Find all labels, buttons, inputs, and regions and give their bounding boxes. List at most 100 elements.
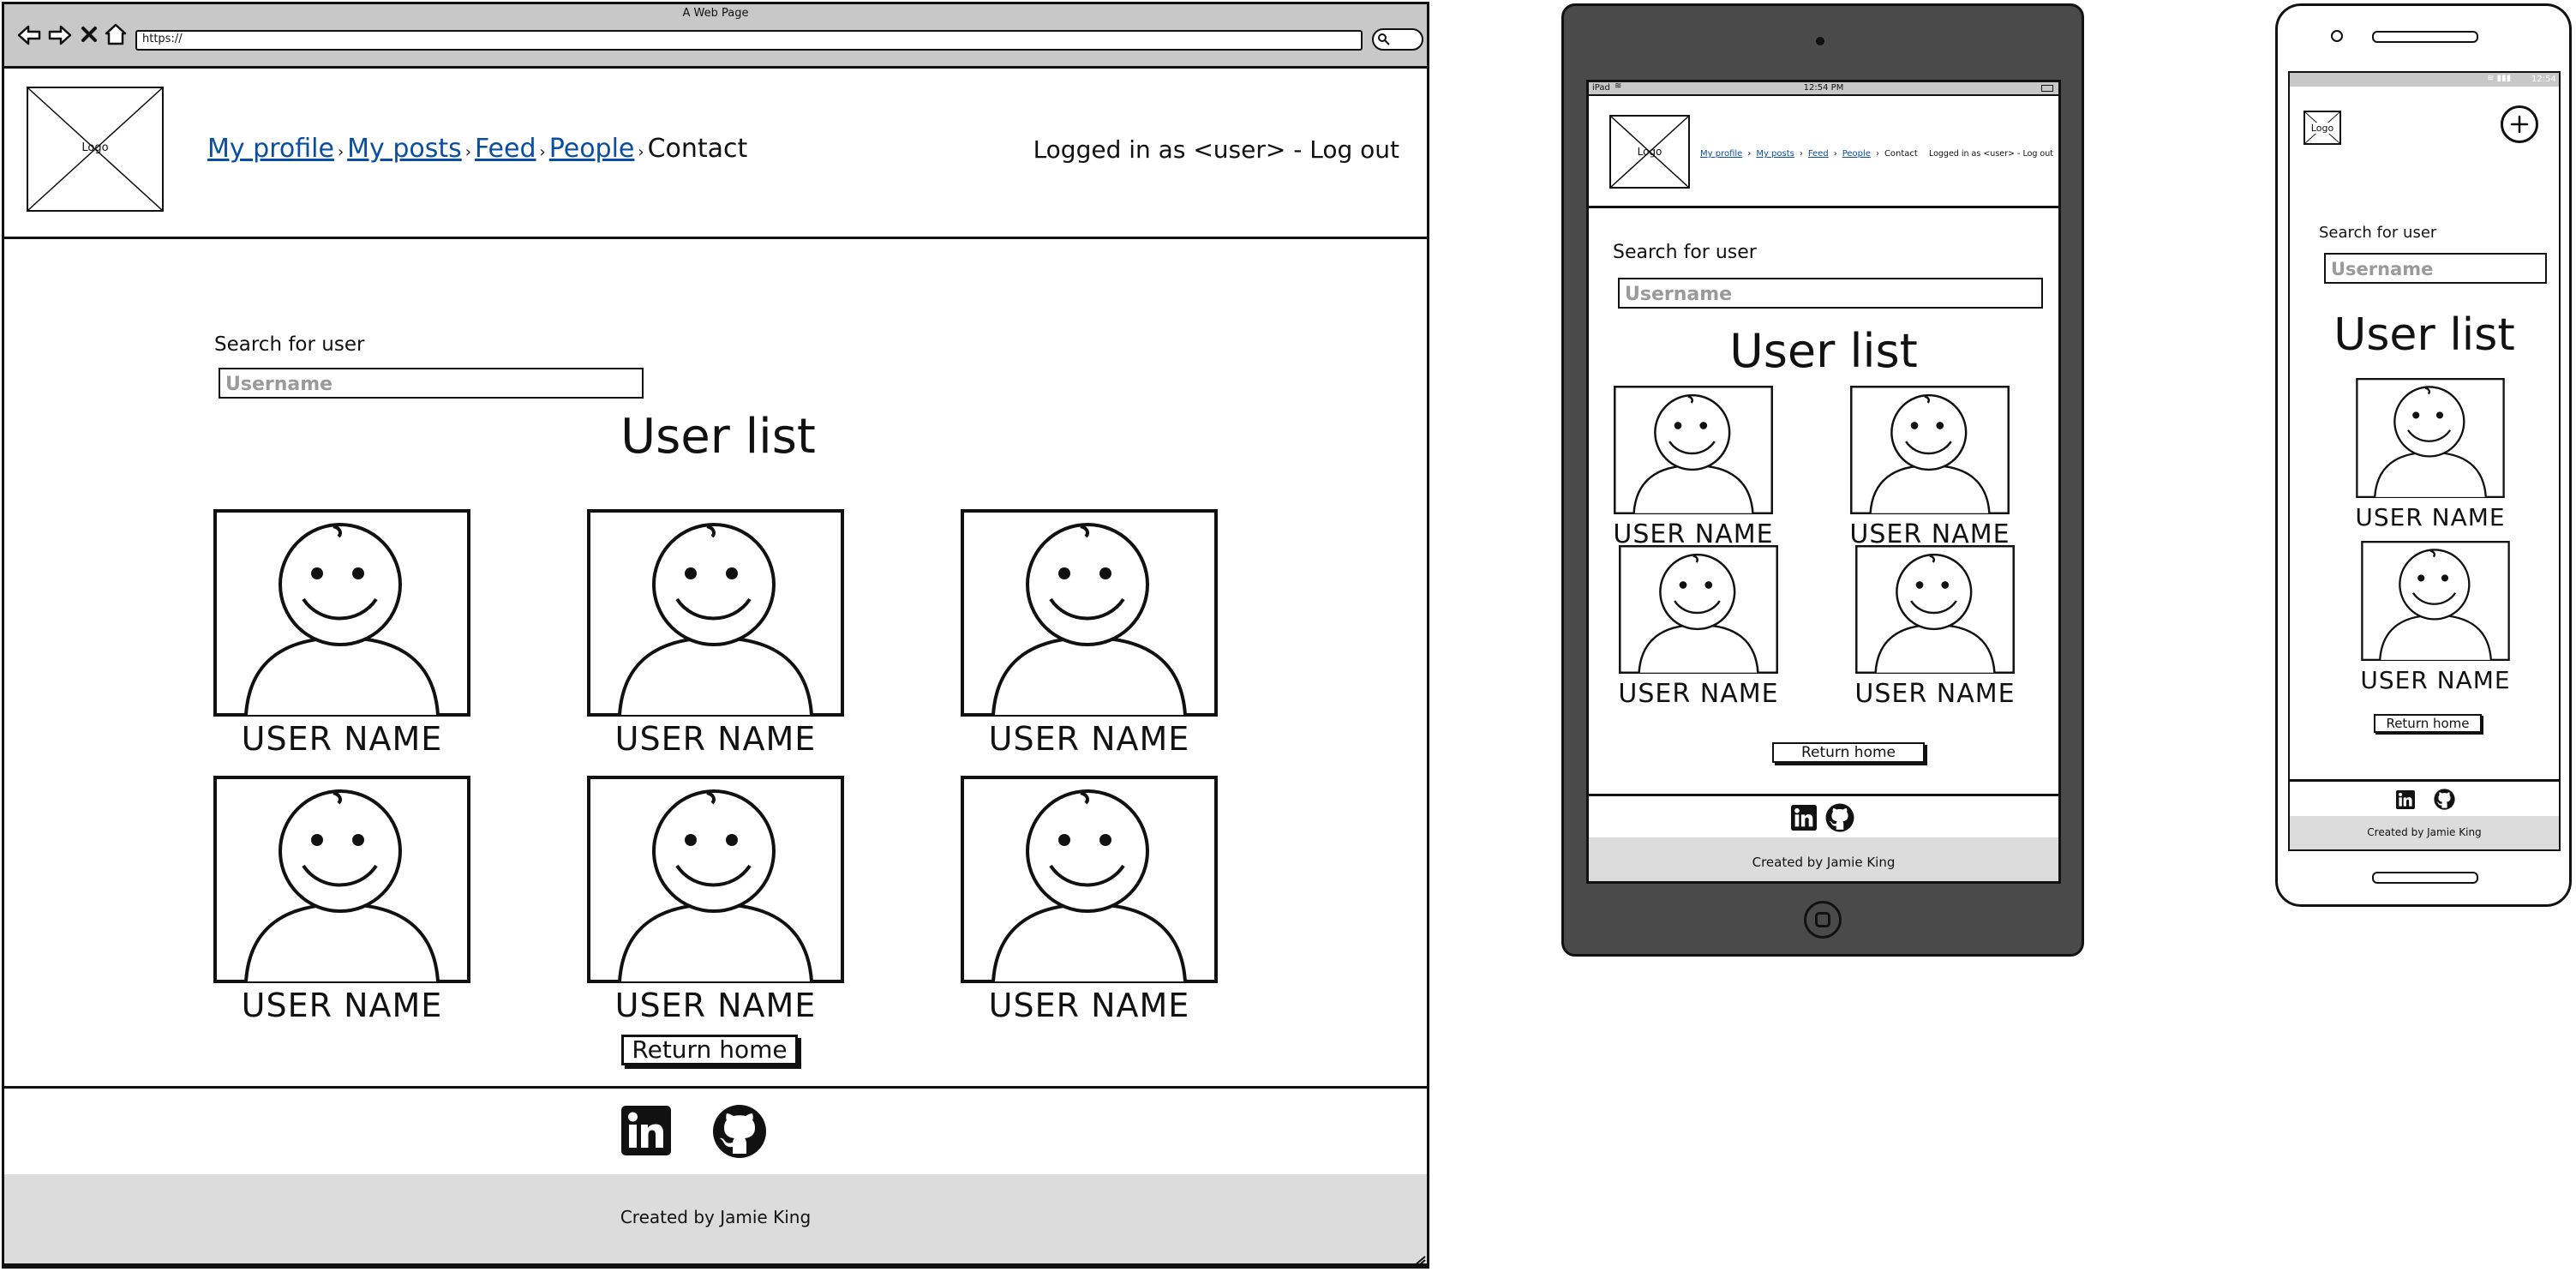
tablet-footer-credit-bar: Created by Jamie King — [1589, 837, 2058, 881]
desktop-user-card[interactable]: USER NAME — [213, 509, 470, 758]
site-header: Logo My profile › My posts › Feed › People › Con… — [4, 69, 1427, 239]
desktop-user-name: USER NAME — [241, 720, 443, 758]
user-avatar-icon — [213, 509, 470, 717]
tablet-nav-my-profile[interactable]: My profile — [1700, 149, 1742, 159]
plus-icon — [2510, 115, 2529, 134]
forward-icon[interactable] — [47, 23, 73, 47]
tablet-footer-credit: Created by Jamie King — [1752, 855, 1896, 870]
tablet-logo[interactable]: Logo — [1609, 115, 1690, 189]
phone-logo[interactable]: Logo — [2303, 111, 2341, 145]
tablet-user-card[interactable]: USER NAME — [1613, 545, 1784, 709]
user-avatar-icon — [961, 509, 1218, 717]
tablet-search-box[interactable] — [1618, 278, 2043, 309]
breadcrumb-separator: › — [638, 143, 644, 161]
phone-footer-credit-bar: Created by Jamie King — [2290, 816, 2559, 849]
tablet-user-card[interactable]: USER NAME — [1608, 386, 1779, 549]
linkedin-icon[interactable] — [621, 1106, 671, 1155]
tablet-login-status[interactable]: Logged in as <user> - Log out — [1928, 149, 2053, 159]
search-icon — [1378, 33, 1390, 45]
user-avatar-icon — [213, 776, 470, 983]
phone-user-name: USER NAME — [2360, 666, 2511, 694]
phone-add-button[interactable] — [2501, 105, 2538, 143]
desktop-user-card[interactable]: USER NAME — [213, 776, 470, 1024]
tablet-time: 12:54 PM — [1803, 83, 1844, 93]
browser-search-field[interactable] — [1372, 28, 1423, 51]
linkedin-icon[interactable] — [2396, 790, 2415, 809]
tablet-page-title: User list — [1729, 324, 1918, 378]
footer-social-bar — [4, 1086, 1427, 1177]
tablet-screen: iPad ≋ 12:54 PM Logo My profile › My posts… — [1586, 80, 2061, 884]
breadcrumb: My profile › My posts › Feed › People › Contact — [207, 134, 747, 164]
phone-search-box[interactable] — [2324, 253, 2547, 284]
back-icon[interactable] — [16, 23, 42, 47]
tablet-footer-social-bar — [1589, 794, 2058, 840]
user-avatar-icon — [1850, 386, 2010, 514]
search-input[interactable] — [225, 372, 628, 396]
phone-user-card[interactable]: USER NAME — [2345, 378, 2516, 531]
footer-credit-bar: Created by Jamie King — [4, 1174, 1427, 1266]
phone-footer-credit: Created by Jamie King — [2367, 826, 2482, 838]
desktop-user-card[interactable]: USER NAME — [587, 509, 844, 758]
breadcrumb-separator: › — [1747, 149, 1752, 159]
tablet-user-name: USER NAME — [1854, 679, 2016, 709]
tablet-return-home-button[interactable]: Return home — [1772, 742, 1925, 763]
phone-time: 12:54 — [2531, 75, 2556, 84]
phone-speaker — [2372, 31, 2478, 43]
phone-search-label: Search for user — [2319, 224, 2437, 242]
home-square-icon — [1815, 912, 1830, 927]
phone-logo-label: Logo — [2305, 123, 2339, 134]
tablet-user-card[interactable]: USER NAME — [1844, 386, 2016, 549]
user-avatar-icon — [2356, 378, 2505, 498]
phone-footer-social-bar — [2290, 779, 2559, 819]
tablet-user-name: USER NAME — [1618, 679, 1779, 709]
nav-my-profile[interactable]: My profile — [207, 134, 334, 164]
phone-page-title: User list — [2333, 309, 2515, 361]
nav-feed[interactable]: Feed — [475, 134, 536, 164]
close-icon[interactable] — [80, 25, 99, 44]
user-avatar-icon — [2361, 541, 2510, 661]
phone-user-name: USER NAME — [2355, 503, 2506, 531]
tablet-nav-my-posts[interactable]: My posts — [1756, 149, 1794, 159]
phone-return-home-button[interactable]: Return home — [2374, 714, 2482, 733]
tablet-search-label: Search for user — [1613, 242, 1757, 263]
desktop-user-card[interactable]: USER NAME — [961, 509, 1218, 758]
search-box[interactable] — [219, 368, 644, 399]
user-avatar-icon — [1855, 545, 2015, 674]
tablet-breadcrumb: My profile › My posts › Feed › People › Contact — [1700, 149, 1918, 159]
tablet-nav-feed[interactable]: Feed — [1808, 149, 1829, 159]
desktop-user-card[interactable]: USER NAME — [587, 776, 844, 1024]
login-status[interactable]: Logged in as <user> - Log out — [947, 135, 1399, 164]
breadcrumb-separator: › — [1875, 149, 1879, 159]
page-title: User list — [620, 409, 816, 465]
url-text: https:// — [142, 33, 183, 45]
desktop-user-name: USER NAME — [988, 720, 1190, 758]
phone-camera — [2331, 30, 2343, 42]
tablet-home-button[interactable] — [1804, 901, 1842, 939]
breadcrumb-separator: › — [337, 143, 344, 161]
tablet-status-bar: iPad ≋ 12:54 PM — [1589, 82, 2058, 96]
nav-my-posts[interactable]: My posts — [347, 134, 462, 164]
search-label: Search for user — [214, 333, 365, 356]
return-home-button[interactable]: Return home — [621, 1035, 798, 1065]
tablet-user-card[interactable]: USER NAME — [1849, 545, 2021, 709]
url-bar[interactable]: https:// — [135, 30, 1363, 51]
github-icon[interactable] — [712, 1104, 767, 1159]
browser-title: A Web Page — [682, 7, 749, 20]
nav-contact: Contact — [647, 134, 748, 164]
github-icon[interactable] — [1825, 803, 1854, 832]
phone-user-card[interactable]: USER NAME — [2350, 541, 2521, 694]
github-icon[interactable] — [2434, 789, 2455, 810]
linkedin-icon[interactable] — [1791, 805, 1817, 831]
user-avatar-icon — [961, 776, 1218, 983]
home-icon[interactable] — [104, 22, 128, 46]
tablet-logo-label: Logo — [1637, 146, 1662, 158]
tablet-search-input[interactable] — [1625, 282, 2028, 306]
desktop-user-card[interactable]: USER NAME — [961, 776, 1218, 1024]
resize-grip-icon[interactable] — [1413, 1256, 1427, 1266]
footer-credit: Created by Jamie King — [620, 1207, 812, 1227]
phone-home-bar[interactable] — [2372, 872, 2478, 884]
phone-search-input[interactable] — [2331, 257, 2537, 281]
tablet-nav-people[interactable]: People — [1842, 149, 1871, 159]
nav-people[interactable]: People — [549, 134, 635, 164]
logo[interactable]: Logo — [27, 87, 164, 212]
